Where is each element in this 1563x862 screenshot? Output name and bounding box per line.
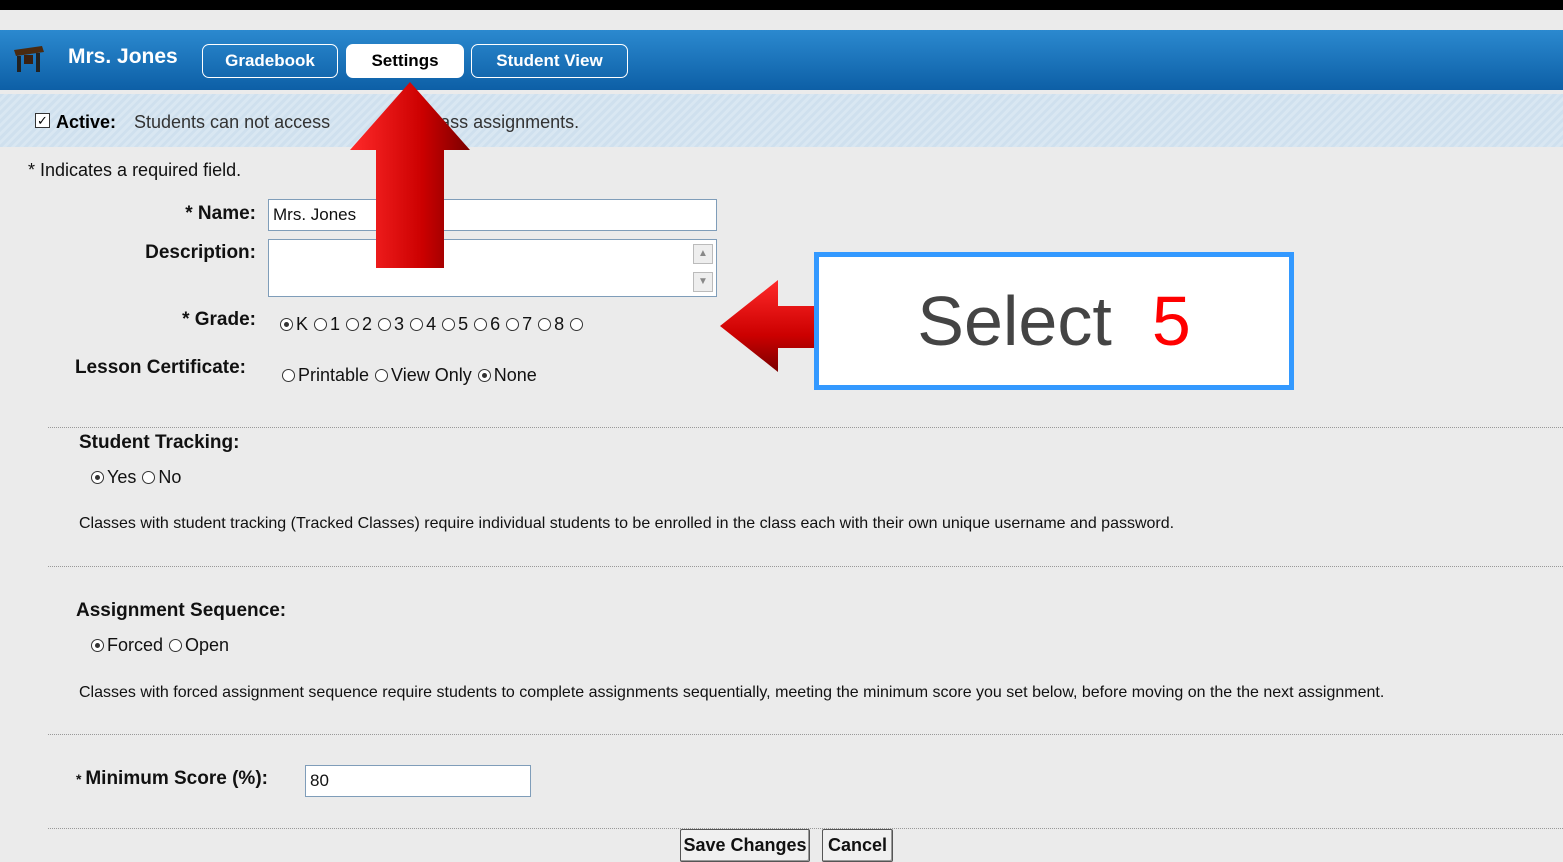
radio-icon [570, 318, 584, 331]
grade-option-k[interactable]: K [280, 314, 308, 335]
grade-option-label: 1 [330, 314, 341, 334]
callout-text: Select [917, 282, 1112, 360]
cancel-button[interactable]: Cancel [822, 829, 893, 862]
certificate-option-label: None [493, 365, 537, 385]
tab-settings[interactable]: Settings [346, 44, 464, 78]
required-note: * Indicates a required field. [28, 160, 242, 180]
radio-icon [314, 318, 328, 331]
description-textarea[interactable]: ▲ ▼ [268, 239, 717, 297]
certificate-option-view-only[interactable]: View Only [375, 365, 472, 386]
grade-option-5[interactable]: 5 [442, 314, 468, 335]
annotation-callout: Select 5 [814, 252, 1294, 390]
grade-option-8[interactable]: 8 [538, 314, 564, 335]
tracking-option-label: No [158, 467, 182, 487]
save-changes-button[interactable]: Save Changes [680, 829, 810, 862]
sequence-option-label: Open [185, 635, 230, 655]
sequence-radio-group: Forced Open [91, 635, 235, 656]
radio-icon [410, 318, 424, 331]
min-score-input[interactable]: 80 [305, 765, 531, 797]
radio-icon [538, 318, 552, 331]
radio-icon [169, 639, 183, 652]
radio-icon [282, 369, 295, 382]
tracking-option-yes[interactable]: Yes [91, 467, 136, 488]
grade-option-label: K [296, 314, 309, 334]
grade-option-label: 3 [394, 314, 405, 334]
divider [48, 734, 1563, 735]
radio-icon [506, 318, 520, 331]
top-black-bar [0, 0, 1563, 10]
grade-option-more[interactable] [570, 318, 586, 331]
active-label: Active: [56, 112, 117, 132]
grade-option-6[interactable]: 6 [474, 314, 500, 335]
tab-gradebook[interactable]: Gradebook [202, 44, 338, 78]
certificate-label: Lesson Certificate: [74, 357, 246, 378]
grade-option-label: 5 [458, 314, 469, 334]
grade-option-label: 7 [522, 314, 533, 334]
grade-option-label: 8 [554, 314, 565, 334]
divider [48, 427, 1563, 428]
desk-logo-icon [14, 46, 44, 72]
annotation-left-arrow-icon [720, 280, 818, 372]
certificate-option-none[interactable]: None [477, 365, 537, 386]
callout-number: 5 [1151, 282, 1191, 360]
grade-radio-group: K 1 2 3 4 5 6 7 8 [280, 314, 592, 335]
sequence-option-forced[interactable]: Forced [91, 635, 163, 656]
grade-option-2[interactable]: 2 [346, 314, 372, 335]
sequence-description: Classes with forced assignment sequence … [79, 684, 1385, 701]
grade-option-label: 4 [426, 314, 437, 334]
name-label: * Name: [185, 203, 256, 224]
radio-selected-icon [280, 318, 293, 331]
min-score-label-text: Minimum Score (%): [85, 768, 268, 789]
divider [48, 566, 1563, 567]
tracking-radio-group: Yes No [91, 467, 187, 488]
certificate-option-printable[interactable]: Printable [282, 365, 369, 386]
sequence-label: Assignment Sequence: [76, 600, 287, 621]
annotation-up-arrow-icon [350, 82, 470, 268]
scroll-down-icon[interactable]: ▼ [693, 272, 713, 292]
active-text-start: Students can not access [134, 112, 331, 132]
tab-student-view[interactable]: Student View [471, 44, 628, 78]
tracking-option-no[interactable]: No [142, 467, 181, 488]
certificate-option-label: View Only [391, 365, 472, 385]
radio-icon [375, 369, 389, 382]
radio-selected-icon [91, 639, 104, 652]
grade-option-7[interactable]: 7 [506, 314, 532, 335]
radio-selected-icon [91, 471, 104, 484]
radio-icon [346, 318, 360, 331]
grade-option-4[interactable]: 4 [410, 314, 436, 335]
tracking-label: Student Tracking: [79, 432, 240, 453]
tracking-description: Classes with student tracking (Tracked C… [79, 515, 1175, 532]
scroll-up-icon[interactable]: ▲ [693, 244, 713, 264]
certificate-radio-group: Printable View Only None [282, 365, 543, 386]
grade-label: * Grade: [182, 309, 256, 330]
grade-option-1[interactable]: 1 [314, 314, 340, 335]
min-score-label: * Minimum Score (%): [76, 768, 268, 789]
certificate-option-label: Printable [298, 365, 370, 385]
sequence-option-label: Forced [107, 635, 164, 655]
radio-selected-icon [477, 369, 491, 382]
name-input[interactable]: Mrs. Jones [268, 199, 717, 231]
grade-option-label: 6 [490, 314, 501, 334]
sequence-option-open[interactable]: Open [169, 635, 229, 656]
description-label: Description: [145, 242, 256, 263]
radio-icon [474, 318, 488, 331]
radio-icon [142, 471, 156, 484]
radio-icon [442, 318, 456, 331]
grade-option-label: 2 [362, 314, 373, 334]
grade-option-3[interactable]: 3 [378, 314, 404, 335]
radio-icon [378, 318, 392, 331]
teacher-name: Mrs. Jones [68, 45, 178, 68]
tracking-option-label: Yes [107, 467, 137, 487]
active-checkbox[interactable]: ✓ [35, 113, 50, 128]
